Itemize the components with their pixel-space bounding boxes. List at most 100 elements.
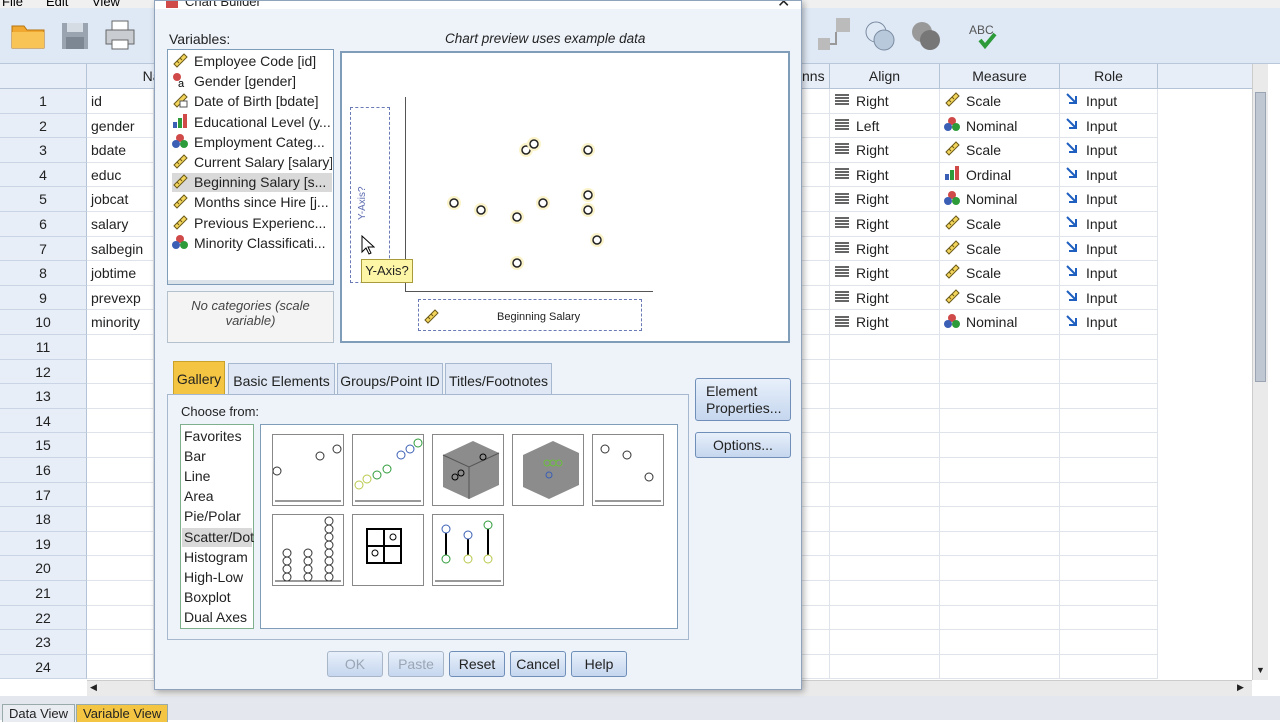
menu-file[interactable]: File xyxy=(2,0,23,8)
summary-point-thumb[interactable] xyxy=(592,434,664,506)
menu-view[interactable]: View xyxy=(92,0,120,8)
row-number[interactable]: 9 xyxy=(0,285,87,311)
cancel-button[interactable]: Cancel xyxy=(510,651,566,677)
measure-cell[interactable]: Scale xyxy=(940,236,1060,262)
row-number[interactable]: 4 xyxy=(0,162,87,188)
measure-cell[interactable] xyxy=(940,408,1060,434)
row-number[interactable]: 17 xyxy=(0,482,87,508)
measure-cell[interactable] xyxy=(940,654,1060,680)
columns-cell[interactable] xyxy=(802,212,830,237)
columns-cell[interactable] xyxy=(802,630,830,655)
columns-cell[interactable] xyxy=(802,507,830,532)
columns-cell[interactable] xyxy=(802,236,830,262)
row-number[interactable]: 19 xyxy=(0,531,87,557)
role-cell[interactable] xyxy=(1060,605,1158,631)
measure-cell[interactable]: Nominal xyxy=(940,310,1060,335)
role-cell[interactable] xyxy=(1060,654,1158,680)
options-button[interactable]: Options... xyxy=(695,432,791,458)
align-cell[interactable] xyxy=(830,408,940,434)
name-cell[interactable] xyxy=(87,531,154,557)
variables-list[interactable]: Employee Code [id] a Gender [gender] Date o… xyxy=(167,49,334,285)
dot-plot-thumb[interactable] xyxy=(272,514,344,586)
variable-item[interactable]: Previous Experienc... xyxy=(172,214,332,233)
role-cell[interactable] xyxy=(1060,531,1158,557)
column-header-align[interactable]: Align xyxy=(830,64,940,89)
chart-type-list[interactable]: Favorites Bar Line Area Pie/Polar Scatter/Dot… xyxy=(180,424,254,629)
columns-cell[interactable] xyxy=(802,113,830,139)
vertical-scrollbar[interactable]: ▼ xyxy=(1252,64,1268,680)
tab-gallery[interactable]: Gallery xyxy=(173,361,225,395)
columns-cell[interactable] xyxy=(802,458,830,483)
columns-cell[interactable] xyxy=(802,162,830,188)
row-number[interactable]: 12 xyxy=(0,359,87,385)
grouped-3d-scatter-thumb[interactable] xyxy=(512,434,584,506)
role-cell[interactable] xyxy=(1060,359,1158,385)
row-number[interactable]: 23 xyxy=(0,630,87,655)
scroll-right-arrow-icon[interactable]: ▶ xyxy=(1237,682,1244,693)
variable-item[interactable]: a Gender [gender] xyxy=(172,72,332,91)
align-cell[interactable] xyxy=(830,630,940,655)
row-number[interactable]: 1 xyxy=(0,89,87,114)
measure-cell[interactable] xyxy=(940,458,1060,483)
grouped-scatter-thumb[interactable] xyxy=(352,434,424,506)
measure-cell[interactable]: Nominal xyxy=(940,187,1060,212)
variable-item[interactable]: Educational Level (y... xyxy=(172,113,332,132)
tab-data-view[interactable]: Data View xyxy=(2,704,76,722)
name-cell[interactable]: jobcat xyxy=(87,187,154,212)
name-cell[interactable]: gender xyxy=(87,113,154,139)
name-cell[interactable]: educ xyxy=(87,162,154,188)
columns-cell[interactable] xyxy=(802,261,830,286)
align-cell[interactable]: Right xyxy=(830,212,940,237)
spell-check-icon[interactable]: ABC xyxy=(966,18,1002,52)
align-cell[interactable] xyxy=(830,458,940,483)
columns-cell[interactable] xyxy=(802,654,830,680)
name-cell[interactable]: id xyxy=(87,89,154,114)
chart-type-item[interactable]: Bar xyxy=(184,447,206,466)
row-number[interactable]: 10 xyxy=(0,310,87,335)
name-cell[interactable] xyxy=(87,335,154,360)
ok-button[interactable]: OK xyxy=(327,651,383,677)
role-cell[interactable]: Input xyxy=(1060,236,1158,262)
measure-cell[interactable] xyxy=(940,581,1060,606)
role-cell[interactable] xyxy=(1060,482,1158,508)
row-number[interactable]: 18 xyxy=(0,507,87,532)
name-cell[interactable]: jobtime xyxy=(87,261,154,286)
row-number[interactable]: 6 xyxy=(0,212,87,237)
align-cell[interactable]: Right xyxy=(830,310,940,335)
columns-cell[interactable] xyxy=(802,482,830,508)
chart-type-item[interactable]: Area xyxy=(184,487,214,506)
variable-item[interactable]: Date of Birth [bdate] xyxy=(172,92,332,111)
columns-cell[interactable] xyxy=(802,556,830,581)
open-folder-icon[interactable] xyxy=(10,18,46,52)
reset-button[interactable]: Reset xyxy=(449,651,505,677)
tab-titles-footnotes[interactable]: Titles/Footnotes xyxy=(445,363,552,395)
role-cell[interactable] xyxy=(1060,556,1158,581)
name-cell[interactable] xyxy=(87,556,154,581)
name-cell[interactable] xyxy=(87,359,154,385)
paste-button[interactable]: Paste xyxy=(388,651,444,677)
name-cell[interactable] xyxy=(87,507,154,532)
align-cell[interactable] xyxy=(830,556,940,581)
row-number[interactable]: 20 xyxy=(0,556,87,581)
columns-cell[interactable] xyxy=(802,531,830,557)
use-sets-icon[interactable] xyxy=(862,18,898,52)
columns-cell[interactable] xyxy=(802,285,830,311)
tab-groups-point-id[interactable]: Groups/Point ID xyxy=(337,363,443,395)
3d-scatter-thumb[interactable] xyxy=(432,434,504,506)
element-properties-button[interactable]: Element Properties... xyxy=(695,378,791,421)
chart-type-item[interactable]: Dual Axes xyxy=(184,608,247,627)
align-cell[interactable] xyxy=(830,482,940,508)
row-number[interactable]: 15 xyxy=(0,433,87,458)
align-cell[interactable] xyxy=(830,433,940,458)
measure-cell[interactable] xyxy=(940,531,1060,557)
chart-type-item[interactable]: Favorites xyxy=(184,427,242,446)
align-cell[interactable]: Right xyxy=(830,187,940,212)
row-number[interactable]: 3 xyxy=(0,138,87,163)
variable-item[interactable]: Beginning Salary [s... xyxy=(172,173,332,193)
align-cell[interactable]: Right xyxy=(830,285,940,311)
measure-cell[interactable]: Scale xyxy=(940,89,1060,114)
name-cell[interactable] xyxy=(87,581,154,606)
columns-cell[interactable] xyxy=(802,335,830,360)
name-cell[interactable] xyxy=(87,654,154,680)
name-cell[interactable]: bdate xyxy=(87,138,154,163)
